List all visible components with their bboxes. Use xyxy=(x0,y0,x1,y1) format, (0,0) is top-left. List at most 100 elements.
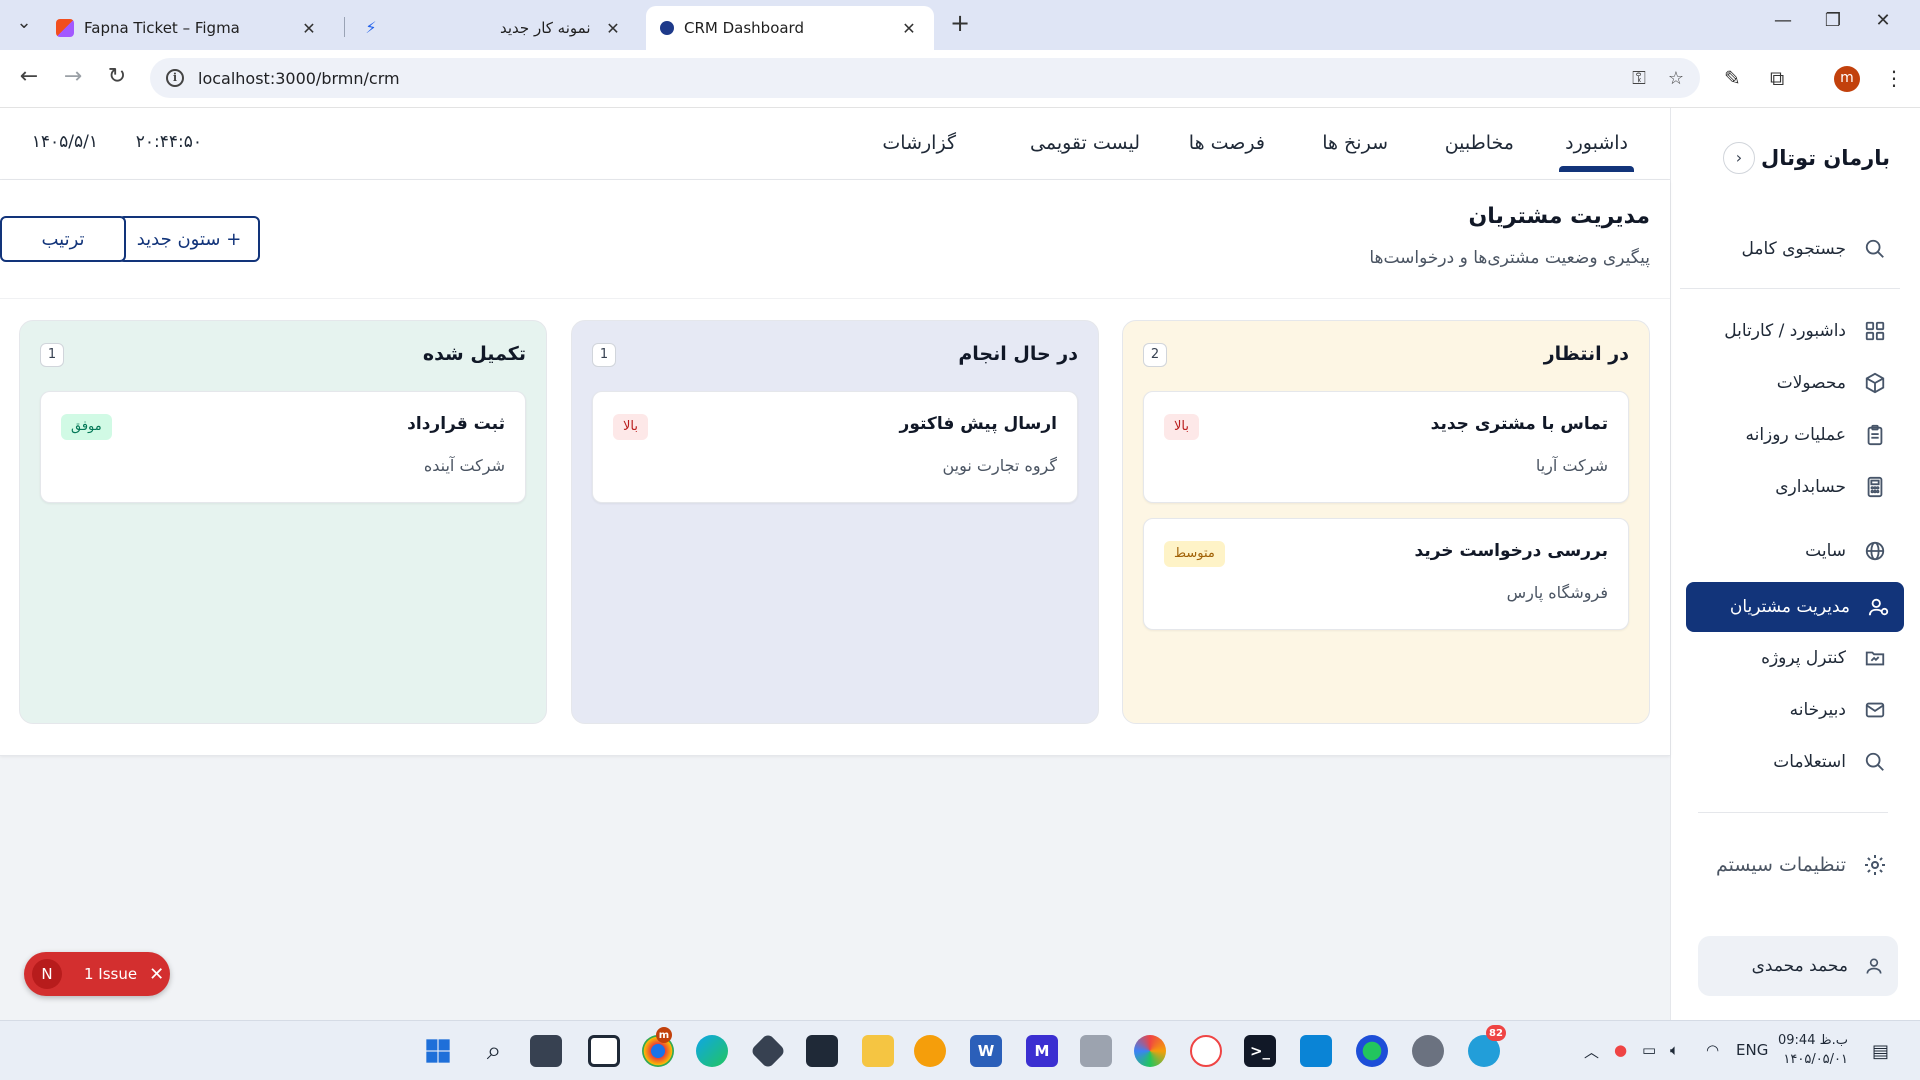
page-subtitle: پیگیری وضعیت مشتری‌ها و درخواست‌ها xyxy=(1369,248,1650,268)
settings-gear-icon[interactable] xyxy=(1412,1035,1444,1067)
windows-start-icon[interactable] xyxy=(422,1035,454,1067)
url-text: localhost:3000/brmn/crm xyxy=(198,68,400,88)
sidebar-item-products[interactable]: محصولات xyxy=(1682,360,1900,406)
snipping-tool-icon[interactable] xyxy=(1190,1035,1222,1067)
sidebar-item-label: دبیرخانه xyxy=(1789,700,1846,720)
tab-title: CRM Dashboard xyxy=(684,19,804,37)
terminal-icon[interactable]: >_ xyxy=(1244,1035,1276,1067)
app-cube-icon[interactable] xyxy=(749,1032,787,1070)
issue-label[interactable]: 1 Issue xyxy=(84,965,137,983)
app-icon xyxy=(660,21,674,35)
back-icon[interactable]: ← xyxy=(14,64,44,89)
card-title: ارسال پیش فاکتور xyxy=(899,414,1057,434)
sidebar-item-label: محصولات xyxy=(1776,373,1846,393)
tab-calendar-list[interactable]: لیست تقویمی xyxy=(1030,132,1140,154)
clock-time: 09:44 ب.ظ xyxy=(1778,1033,1849,1048)
browser-tab-bar: ⌄ Fapna Ticket – Figma ✕ ⚡ نمونه کار جدی… xyxy=(0,0,1920,50)
tab-opportunities[interactable]: فرصت ها xyxy=(1189,132,1265,154)
sidebar-item-daily-operations[interactable]: عملیات روزانه xyxy=(1682,412,1900,458)
kanban-card[interactable]: تماس با مشتری جدید شرکت آریا بالا xyxy=(1143,391,1629,503)
browser-tab-figma[interactable]: Fapna Ticket – Figma ✕ xyxy=(42,6,334,50)
sidebar-item-label: استعلامات xyxy=(1773,752,1846,772)
tab-dashboard[interactable]: داشبورد xyxy=(1559,132,1634,172)
tab-reports[interactable]: گزارشات xyxy=(882,132,956,154)
color-picker-icon[interactable] xyxy=(1134,1035,1166,1067)
sidebar-item-accounting[interactable]: حسابداری xyxy=(1682,464,1900,510)
figma-icon xyxy=(56,19,74,37)
pen-extension-icon[interactable]: ✎ xyxy=(1724,66,1741,90)
reload-icon[interactable]: ↻ xyxy=(102,64,132,89)
url-field[interactable]: i localhost:3000/brmn/crm ⚿ ☆ xyxy=(150,58,1700,98)
column-title: در انتظار xyxy=(1543,343,1629,365)
sidebar-item-inquiries[interactable]: استعلامات xyxy=(1682,739,1900,785)
profile-avatar[interactable]: m xyxy=(1834,66,1860,92)
restore-icon[interactable]: ❐ xyxy=(1818,10,1848,31)
edge-icon[interactable] xyxy=(696,1035,728,1067)
window-close-icon[interactable]: ✕ xyxy=(1868,10,1898,31)
status-badge: موفق xyxy=(61,414,112,440)
globe-icon xyxy=(1862,538,1888,564)
sidebar-item-dashboard[interactable]: داشبورد / کارتابل xyxy=(1682,308,1900,354)
browser-tab-portfolio[interactable]: ⚡ نمونه کار جدید ✕ xyxy=(348,6,638,50)
site-info-icon[interactable]: i xyxy=(166,69,184,87)
wifi-icon[interactable]: ◠ xyxy=(1706,1041,1719,1059)
search-icon[interactable]: ⌕ xyxy=(478,1035,510,1067)
minimize-icon[interactable]: — xyxy=(1768,10,1798,31)
close-icon[interactable]: ✕ xyxy=(602,19,624,38)
column-title: در حال انجام xyxy=(958,343,1078,365)
inkscape-icon[interactable] xyxy=(1080,1035,1112,1067)
tray-app-icon[interactable]: ● xyxy=(1614,1041,1627,1059)
sidebar-item-site[interactable]: سایت xyxy=(1682,528,1900,574)
close-icon[interactable]: ✕ xyxy=(149,964,164,985)
math-app-icon[interactable]: M xyxy=(1026,1035,1058,1067)
tray-overflow-icon[interactable]: ︿ xyxy=(1584,1041,1599,1062)
sidebar-collapse-button[interactable]: ‹ xyxy=(1723,142,1755,174)
sidebar-item-project-control[interactable]: کنترل پروژه xyxy=(1682,635,1900,681)
column-count-badge: 1 xyxy=(40,343,64,367)
tab-title: نمونه کار جدید xyxy=(500,19,591,37)
battery-icon[interactable]: ▭ xyxy=(1642,1041,1656,1059)
extensions-puzzle-icon[interactable]: ⧉ xyxy=(1770,66,1784,90)
sidebar-item-customer-management[interactable]: مدیریت مشتریان xyxy=(1686,582,1904,632)
browser-tab-crm[interactable]: CRM Dashboard ✕ xyxy=(646,6,934,50)
sidebar-item-label: داشبورد / کارتابل xyxy=(1724,321,1846,341)
sidebar-item-secretariat[interactable]: دبیرخانه xyxy=(1682,687,1900,733)
card-company: فروشگاه پارس xyxy=(1506,583,1608,602)
vscode-icon[interactable] xyxy=(1300,1035,1332,1067)
media-player-icon[interactable] xyxy=(914,1035,946,1067)
kanban-card[interactable]: ثبت قرارداد شرکت آینده موفق xyxy=(40,391,526,503)
add-column-button[interactable]: + ستون جدید xyxy=(118,216,260,262)
user-name: محمد محمدی xyxy=(1751,956,1848,976)
globe-app-icon[interactable] xyxy=(1356,1035,1388,1067)
widgets-icon[interactable] xyxy=(588,1035,620,1067)
sort-button[interactable]: ترتیب xyxy=(0,216,126,262)
kanban-card[interactable]: ارسال پیش فاکتور گروه تجارت نوین بالا xyxy=(592,391,1078,503)
store-icon[interactable] xyxy=(806,1035,838,1067)
word-icon[interactable]: W xyxy=(970,1035,1002,1067)
task-view-icon[interactable] xyxy=(530,1035,562,1067)
user-profile[interactable]: محمد محمدی xyxy=(1698,936,1898,996)
language-indicator[interactable]: ENG xyxy=(1736,1041,1768,1059)
forward-icon[interactable]: → xyxy=(58,64,88,89)
system-clock[interactable]: 09:44 ب.ظ ۱۴۰۵/۰۵/۰۱ xyxy=(1778,1031,1848,1069)
sidebar-item-label: سایت xyxy=(1805,541,1846,561)
column-title: تکمیل شده xyxy=(422,343,526,365)
tab-leads[interactable]: سرنخ ها xyxy=(1322,132,1388,154)
close-icon[interactable]: ✕ xyxy=(898,19,920,38)
tab-search-chevron-icon[interactable]: ⌄ xyxy=(10,12,38,33)
new-tab-button[interactable]: + xyxy=(946,9,974,37)
issue-indicator[interactable]: N 1 Issue ✕ xyxy=(24,952,170,996)
browser-menu-icon[interactable]: ⋮ xyxy=(1884,66,1904,90)
sidebar-item-system-settings[interactable]: تنظیمات سیستم xyxy=(1682,842,1900,888)
kanban-card[interactable]: بررسی درخواست خرید فروشگاه پارس متوسط xyxy=(1143,518,1629,630)
sidebar-item-full-search[interactable]: جستجوی کامل xyxy=(1682,226,1900,272)
password-key-icon[interactable]: ⚿ xyxy=(1632,68,1646,89)
volume-icon[interactable]: 🔈︎ xyxy=(1670,1041,1679,1059)
file-explorer-icon[interactable] xyxy=(862,1035,894,1067)
clipboard-icon xyxy=(1862,422,1888,448)
bookmark-star-icon[interactable]: ☆ xyxy=(1668,68,1684,89)
top-navigation: داشبورد مخاطبین سرنخ ها فرصت ها لیست تقو… xyxy=(0,108,1670,180)
notification-center-icon[interactable]: ▤ xyxy=(1872,1041,1889,1062)
tab-contacts[interactable]: مخاطبین xyxy=(1445,132,1514,154)
close-icon[interactable]: ✕ xyxy=(298,19,320,38)
